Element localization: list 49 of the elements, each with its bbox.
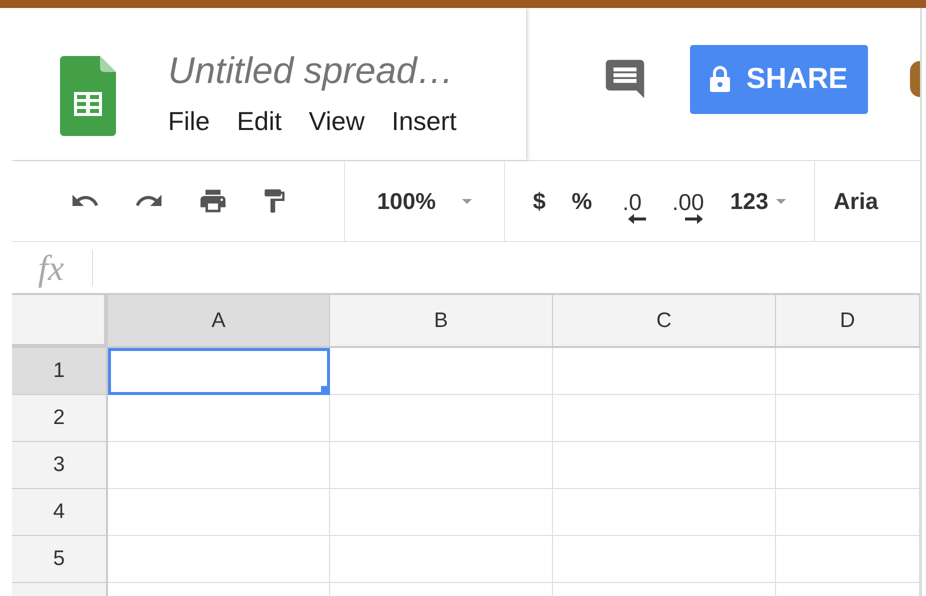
toolbar-button[interactable]: Aria	[833, 188, 878, 214]
table-cell[interactable]	[776, 395, 920, 442]
table-cell[interactable]	[108, 489, 330, 536]
right-arrow-icon	[685, 214, 704, 224]
column-header[interactable]: A	[108, 295, 330, 348]
table-cell[interactable]	[776, 489, 920, 536]
dropdown-button[interactable]: 123	[730, 188, 786, 214]
table-cell[interactable]	[330, 536, 553, 583]
row-header[interactable]: 2	[12, 395, 108, 442]
table-cell[interactable]	[553, 348, 776, 395]
decrease-decimal-button[interactable]: .0	[618, 178, 646, 224]
fill-handle[interactable]	[321, 386, 329, 394]
column-header[interactable]: D	[776, 295, 920, 348]
row-header[interactable]: 3	[12, 442, 108, 489]
document-title[interactable]: Untitled spread…	[168, 50, 484, 92]
column-header[interactable]: C	[553, 295, 776, 348]
dropdown-button[interactable]: 100%	[377, 188, 472, 214]
table-cell[interactable]	[108, 536, 330, 583]
table-cell[interactable]	[553, 395, 776, 442]
table-cell[interactable]	[776, 536, 920, 583]
table-cell[interactable]	[553, 442, 776, 489]
lock-icon	[710, 66, 730, 92]
table-cell[interactable]	[776, 348, 920, 395]
row-header[interactable]: 1	[12, 348, 108, 395]
table-cell[interactable]	[553, 536, 776, 583]
table-cell[interactable]	[330, 489, 553, 536]
row-header[interactable]: 4	[12, 489, 108, 536]
table-cell[interactable]	[330, 348, 553, 395]
toolbar-button[interactable]: $	[532, 188, 546, 214]
table-cell[interactable]	[108, 395, 330, 442]
menu-item[interactable]: Edit	[236, 106, 282, 137]
spreadsheet-logo-icon	[60, 56, 116, 136]
avatar[interactable]	[910, 61, 920, 97]
increase-decimal-button[interactable]: .00	[672, 178, 704, 224]
table-cell[interactable]	[108, 442, 330, 489]
select-all-corner[interactable]	[12, 295, 108, 348]
formula-label: fx	[38, 250, 93, 286]
toolbar-button[interactable]: %	[572, 188, 592, 214]
table-cell[interactable]	[330, 395, 553, 442]
menu-item[interactable]: Insert	[392, 106, 457, 137]
menu-item[interactable]: File	[168, 106, 210, 137]
menu-item[interactable]: View	[308, 106, 365, 137]
table-cell[interactable]	[553, 489, 776, 536]
selected-cell[interactable]	[108, 348, 330, 395]
row-header[interactable]: 5	[12, 536, 108, 583]
table-cell[interactable]	[776, 442, 920, 489]
table-cell[interactable]	[330, 442, 553, 489]
column-header[interactable]: B	[330, 295, 553, 348]
left-arrow-icon	[628, 214, 646, 224]
